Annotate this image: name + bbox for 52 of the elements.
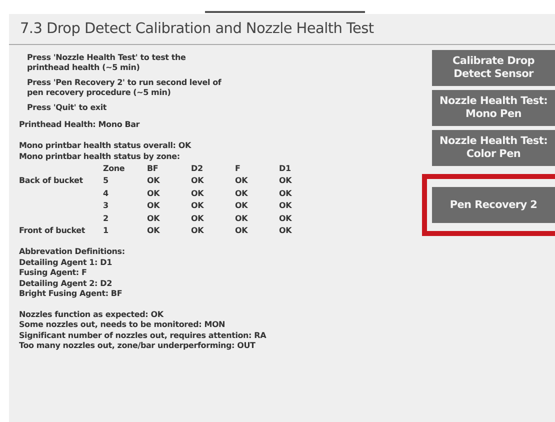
table-cell: OK (235, 226, 248, 236)
table-cell: OK (235, 201, 248, 210)
table-cell: OK (147, 176, 160, 186)
definition-text: Abbrevation Definitions: (19, 247, 126, 258)
table-cell: 2 (103, 214, 108, 223)
instruction-text: Press 'Pen Recovery 2' to run second level of pen recovery procedure (~5 min) (27, 78, 222, 98)
definition-text: Detailing Agent 2: D2 (19, 278, 113, 289)
table-cell: OK (279, 214, 292, 223)
table-cell: OK (191, 176, 204, 186)
table-cell: OK (279, 176, 292, 186)
table-cell: OK (191, 214, 204, 223)
table-cell: 1 (103, 226, 108, 236)
table-cell: OK (235, 214, 248, 223)
action-button[interactable]: Pen Recovery 2 (432, 187, 555, 223)
column-header: D2 (191, 164, 203, 173)
instruction-text: Press 'Nozzle Health Test' to test the printhead health (~5 min) (27, 53, 187, 73)
table-cell: OK (279, 188, 292, 198)
instruction-text: Press 'Quit' to exit (27, 103, 108, 113)
row-label: Back of bucket (19, 176, 83, 186)
screen-title: 7.3 Drop Detect Calibration and Nozzle Health Test (20, 21, 374, 37)
definition-text: Fusing Agent: F (19, 268, 88, 278)
action-button[interactable]: Calibrate Drop Detect Sensor (432, 50, 555, 86)
table-cell: OK (235, 188, 248, 198)
table-cell: OK (147, 214, 160, 223)
row-label: Front of bucket (19, 226, 85, 236)
legend-text: Too many nozzles out, zone/bar underperforming: OUT (19, 341, 256, 352)
status-text: Mono printbar health status overall: OK (19, 141, 192, 152)
action-button[interactable]: Nozzle Health Test: Color Pen (432, 130, 555, 166)
table-cell: OK (191, 201, 204, 210)
legend-text: Significant number of nozzles out, requires attention: RA (19, 330, 268, 341)
legend-text: Nozzles function as expected: OK (19, 310, 165, 320)
table-cell: OK (235, 176, 248, 186)
table-cell: OK (191, 188, 204, 198)
table-cell: 4 (103, 188, 108, 198)
column-header: D1 (279, 164, 291, 173)
legend-text: Some nozzles out, needs to be monitored: MON (19, 320, 226, 330)
table-cell: OK (191, 226, 204, 236)
definition-text: Detailing Agent 1: D1 (19, 258, 113, 268)
status-text: Mono printbar health status by zone: (19, 152, 181, 162)
table-cell: OK (147, 188, 160, 198)
table-cell: OK (147, 201, 160, 210)
column-header: F (235, 164, 240, 173)
column-header: BF (147, 164, 158, 173)
table-cell: 5 (103, 176, 108, 186)
table-cell: 3 (103, 201, 108, 210)
table-cell: OK (279, 226, 292, 236)
table-cell: OK (147, 226, 160, 236)
definition-text: Bright Fusing Agent: BF (19, 289, 124, 300)
action-button[interactable]: Nozzle Health Test: Mono Pen (432, 90, 555, 126)
section-heading: Printhead Health: Mono Bar (19, 120, 141, 129)
column-header: Zone (103, 164, 125, 173)
table-cell: OK (279, 201, 292, 210)
